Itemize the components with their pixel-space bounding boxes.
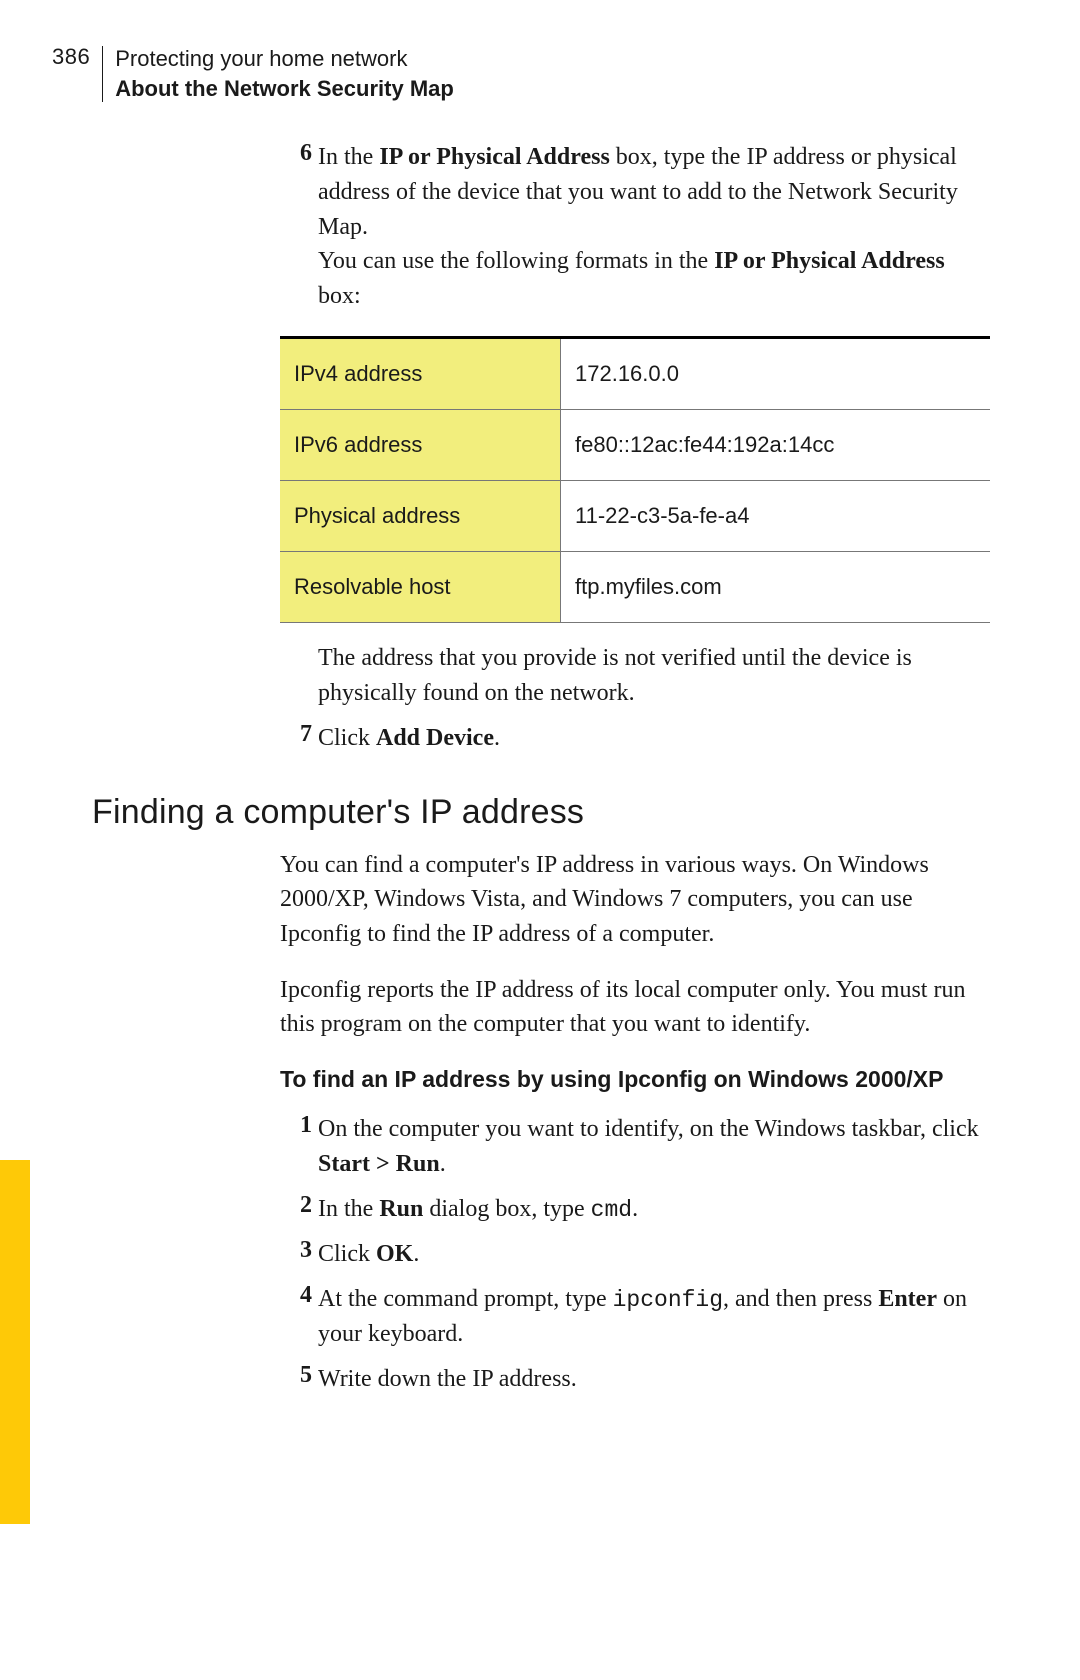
- paragraph: Ipconfig reports the IP address of its l…: [280, 973, 990, 1041]
- step-number: 2: [280, 1192, 318, 1219]
- heading-finding-ip: Finding a computer's IP address: [92, 793, 1080, 832]
- text: In the: [318, 1196, 379, 1222]
- text: Click: [318, 725, 376, 751]
- ui-label: IP or Physical Address: [379, 144, 609, 170]
- note-text: The address that you provide is not veri…: [318, 641, 990, 711]
- text: Write down the IP address.: [318, 1366, 577, 1392]
- step-7: 7 Click Add Device.: [280, 721, 990, 756]
- table-row: IPv4 address 172.16.0.0: [280, 337, 990, 409]
- address-formats-table: IPv4 address 172.16.0.0 IPv6 address fe8…: [280, 336, 990, 623]
- section-title: About the Network Security Map: [115, 74, 454, 104]
- step-1: 1 On the computer you want to identify, …: [280, 1112, 990, 1182]
- text: , and then press: [723, 1286, 878, 1312]
- step-4: 4 At the command prompt, type ipconfig, …: [280, 1282, 990, 1352]
- ui-label: Run: [379, 1196, 423, 1222]
- text: .: [440, 1151, 446, 1177]
- code: cmd: [591, 1197, 632, 1223]
- ui-label: Enter: [878, 1286, 937, 1312]
- running-header: 386 Protecting your home network About t…: [52, 44, 454, 103]
- step-6: 6 In the IP or Physical Address box, typ…: [280, 140, 990, 314]
- table-value: fe80::12ac:fe44:192a:14cc: [561, 409, 991, 480]
- table-label: Resolvable host: [280, 551, 561, 622]
- procedure-heading: To find an IP address by using Ipconfig …: [280, 1063, 990, 1096]
- step-number: 7: [280, 721, 318, 748]
- paragraph: You can find a computer's IP address in …: [280, 848, 990, 950]
- text: Click: [318, 1241, 376, 1267]
- step-number: 5: [280, 1362, 318, 1389]
- code: ipconfig: [613, 1287, 723, 1313]
- step-number: 4: [280, 1282, 318, 1309]
- step-3: 3 Click OK.: [280, 1237, 990, 1272]
- step-number: 6: [280, 140, 318, 167]
- table-row: Resolvable host ftp.myfiles.com: [280, 551, 990, 622]
- text: On the computer you want to identify, on…: [318, 1116, 979, 1142]
- step-5: 5 Write down the IP address.: [280, 1362, 990, 1397]
- ui-label: OK: [376, 1241, 413, 1267]
- step-number: 3: [280, 1237, 318, 1264]
- text: .: [632, 1196, 638, 1222]
- chapter-title: Protecting your home network: [115, 44, 454, 74]
- text: box:: [318, 283, 361, 309]
- text: You can use the following formats in the: [318, 248, 714, 274]
- table-label: Physical address: [280, 480, 561, 551]
- ui-label: Start > Run: [318, 1151, 440, 1177]
- step-2: 2 In the Run dialog box, type cmd.: [280, 1192, 990, 1227]
- table-label: IPv4 address: [280, 337, 561, 409]
- table-row: IPv6 address fe80::12ac:fe44:192a:14cc: [280, 409, 990, 480]
- table-value: ftp.myfiles.com: [561, 551, 991, 622]
- text: .: [494, 725, 500, 751]
- ui-label: IP or Physical Address: [714, 248, 944, 274]
- table-row: Physical address 11-22-c3-5a-fe-a4: [280, 480, 990, 551]
- step-number: 1: [280, 1112, 318, 1139]
- table-value: 172.16.0.0: [561, 337, 991, 409]
- page-number: 386: [52, 44, 90, 70]
- text: dialog box, type: [423, 1196, 590, 1222]
- text: .: [413, 1241, 419, 1267]
- ui-label: Add Device: [376, 725, 494, 751]
- header-divider: [102, 46, 103, 102]
- table-value: 11-22-c3-5a-fe-a4: [561, 480, 991, 551]
- table-label: IPv6 address: [280, 409, 561, 480]
- text: In the: [318, 144, 379, 170]
- text: At the command prompt, type: [318, 1286, 613, 1312]
